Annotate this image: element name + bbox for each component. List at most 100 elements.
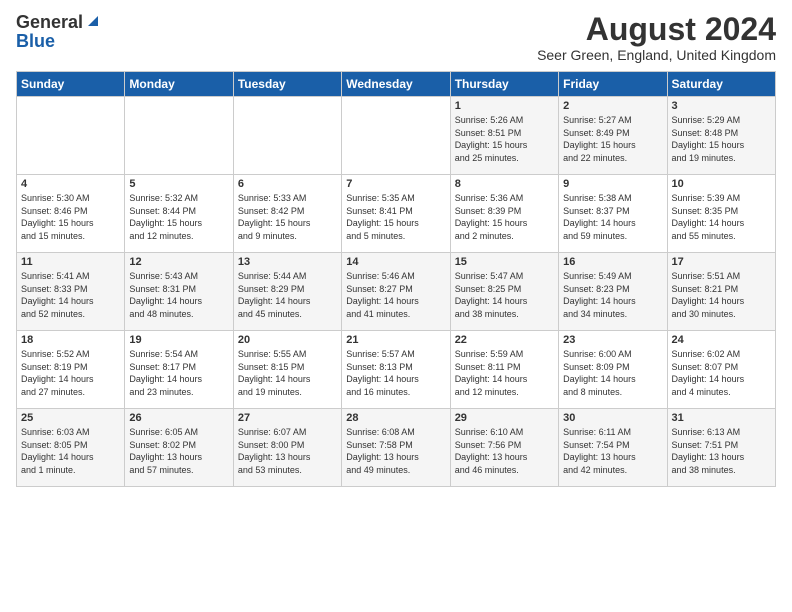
- table-row: 12Sunrise: 5:43 AM Sunset: 8:31 PM Dayli…: [125, 253, 233, 331]
- day-number: 10: [672, 178, 771, 190]
- table-row: 28Sunrise: 6:08 AM Sunset: 7:58 PM Dayli…: [342, 409, 450, 487]
- table-row: 15 Sunrise: 5:47 AM Sunset: 8:25 PM Dayli…: [450, 253, 558, 331]
- table-row: [342, 97, 450, 175]
- table-row: [125, 97, 233, 175]
- table-row: 9 Sunrise: 5:38 AM Sunset: 8:37 PM Daylig…: [559, 175, 667, 253]
- day-info: Sunrise: 5:47 AM Sunset: 8:25 PM Dayligh…: [455, 270, 554, 320]
- table-row: 8 Sunrise: 5:36 AM Sunset: 8:39 PM Daylig…: [450, 175, 558, 253]
- logo-blue-text: Blue: [16, 31, 55, 52]
- day-number: 19: [129, 334, 228, 346]
- table-row: 4 Sunrise: 5:30 AM Sunset: 8:46 PM Daylig…: [17, 175, 125, 253]
- page-header: General Blue August 2024 Seer Green, Eng…: [16, 12, 776, 63]
- header-friday: Friday: [559, 72, 667, 97]
- table-row: 31 Sunrise: 6:13 AM Sunset: 7:51 PM Dayli…: [667, 409, 775, 487]
- day-number: 30: [563, 412, 662, 424]
- table-row: 23 Sunrise: 6:00 AM Sunset: 8:09 PM Dayli…: [559, 331, 667, 409]
- table-row: 2 Sunrise: 5:27 AM Sunset: 8:49 PM Daylig…: [559, 97, 667, 175]
- table-row: 14Sunrise: 5:46 AM Sunset: 8:27 PM Dayli…: [342, 253, 450, 331]
- page-container: General Blue August 2024 Seer Green, Eng…: [0, 0, 792, 495]
- header-wednesday: Wednesday: [342, 72, 450, 97]
- table-row: 7 Sunrise: 5:35 AM Sunset: 8:41 PM Daylig…: [342, 175, 450, 253]
- table-row: 1 Sunrise: 5:26 AM Sunset: 8:51 PM Daylig…: [450, 97, 558, 175]
- day-number: 11: [21, 256, 120, 268]
- table-row: 22 Sunrise: 5:59 AM Sunset: 8:11 PM Dayli…: [450, 331, 558, 409]
- day-info: Sunrise: 6:00 AM Sunset: 8:09 PM Dayligh…: [563, 348, 662, 398]
- day-info: Sunrise: 5:59 AM Sunset: 8:11 PM Dayligh…: [455, 348, 554, 398]
- day-number: 2: [563, 100, 662, 112]
- table-row: 25Sunrise: 6:03 AM Sunset: 8:05 PM Dayli…: [17, 409, 125, 487]
- day-number: 9: [563, 178, 662, 190]
- day-info: Sunrise: 5:27 AM Sunset: 8:49 PM Dayligh…: [563, 114, 662, 164]
- day-number: 23: [563, 334, 662, 346]
- day-info: Sunrise: 6:05 AM Sunset: 8:02 PM Dayligh…: [129, 426, 228, 476]
- day-info: Sunrise: 5:32 AM Sunset: 8:44 PM Dayligh…: [129, 192, 228, 242]
- day-number: 6: [238, 178, 337, 190]
- table-row: 27 Sunrise: 6:07 AM Sunset: 8:00 PM Dayli…: [233, 409, 341, 487]
- table-row: 18Sunrise: 5:52 AM Sunset: 8:19 PM Dayli…: [17, 331, 125, 409]
- day-info: Sunrise: 5:38 AM Sunset: 8:37 PM Dayligh…: [563, 192, 662, 242]
- table-row: [17, 97, 125, 175]
- logo: General Blue: [16, 12, 100, 52]
- day-number: 1: [455, 100, 554, 112]
- day-info: Sunrise: 5:39 AM Sunset: 8:35 PM Dayligh…: [672, 192, 771, 242]
- day-number: 27: [238, 412, 337, 424]
- day-info: Sunrise: 5:29 AM Sunset: 8:48 PM Dayligh…: [672, 114, 771, 164]
- calendar-table: Sunday Monday Tuesday Wednesday Thursday…: [16, 71, 776, 487]
- day-info: Sunrise: 5:46 AM Sunset: 8:27 PM Dayligh…: [346, 270, 445, 320]
- table-row: 11 Sunrise: 5:41 AM Sunset: 8:33 PM Dayli…: [17, 253, 125, 331]
- table-row: 26 Sunrise: 6:05 AM Sunset: 8:02 PM Dayli…: [125, 409, 233, 487]
- day-number: 8: [455, 178, 554, 190]
- day-info: Sunrise: 5:49 AM Sunset: 8:23 PM Dayligh…: [563, 270, 662, 320]
- day-info: Sunrise: 6:07 AM Sunset: 8:00 PM Dayligh…: [238, 426, 337, 476]
- table-row: 6 Sunrise: 5:33 AM Sunset: 8:42 PM Daylig…: [233, 175, 341, 253]
- day-number: 12: [129, 256, 228, 268]
- day-number: 13: [238, 256, 337, 268]
- day-number: 5: [129, 178, 228, 190]
- day-number: 4: [21, 178, 120, 190]
- day-info: Sunrise: 5:35 AM Sunset: 8:41 PM Dayligh…: [346, 192, 445, 242]
- table-row: 19Sunrise: 5:54 AM Sunset: 8:17 PM Dayli…: [125, 331, 233, 409]
- header-monday: Monday: [125, 72, 233, 97]
- day-number: 3: [672, 100, 771, 112]
- day-number: 22: [455, 334, 554, 346]
- day-info: Sunrise: 5:57 AM Sunset: 8:13 PM Dayligh…: [346, 348, 445, 398]
- calendar-body: 1 Sunrise: 5:26 AM Sunset: 8:51 PM Daylig…: [17, 97, 776, 487]
- table-row: 5 Sunrise: 5:32 AM Sunset: 8:44 PM Daylig…: [125, 175, 233, 253]
- header-thursday: Thursday: [450, 72, 558, 97]
- header-saturday: Saturday: [667, 72, 775, 97]
- day-number: 26: [129, 412, 228, 424]
- day-info: Sunrise: 6:02 AM Sunset: 8:07 PM Dayligh…: [672, 348, 771, 398]
- header-tuesday: Tuesday: [233, 72, 341, 97]
- day-info: Sunrise: 5:36 AM Sunset: 8:39 PM Dayligh…: [455, 192, 554, 242]
- day-info: Sunrise: 5:26 AM Sunset: 8:51 PM Dayligh…: [455, 114, 554, 164]
- day-info: Sunrise: 6:08 AM Sunset: 7:58 PM Dayligh…: [346, 426, 445, 476]
- table-row: 21 Sunrise: 5:57 AM Sunset: 8:13 PM Dayli…: [342, 331, 450, 409]
- day-info: Sunrise: 5:41 AM Sunset: 8:33 PM Dayligh…: [21, 270, 120, 320]
- day-number: 24: [672, 334, 771, 346]
- table-row: 29Sunrise: 6:10 AM Sunset: 7:56 PM Dayli…: [450, 409, 558, 487]
- table-row: 17Sunrise: 5:51 AM Sunset: 8:21 PM Dayli…: [667, 253, 775, 331]
- table-row: 30Sunrise: 6:11 AM Sunset: 7:54 PM Dayli…: [559, 409, 667, 487]
- table-row: 10 Sunrise: 5:39 AM Sunset: 8:35 PM Dayli…: [667, 175, 775, 253]
- table-row: 16 Sunrise: 5:49 AM Sunset: 8:23 PM Dayli…: [559, 253, 667, 331]
- header-sunday: Sunday: [17, 72, 125, 97]
- day-number: 15: [455, 256, 554, 268]
- day-number: 7: [346, 178, 445, 190]
- logo-general-text: General: [16, 12, 83, 33]
- table-row: 24 Sunrise: 6:02 AM Sunset: 8:07 PM Dayli…: [667, 331, 775, 409]
- table-row: [233, 97, 341, 175]
- day-info: Sunrise: 5:44 AM Sunset: 8:29 PM Dayligh…: [238, 270, 337, 320]
- day-number: 31: [672, 412, 771, 424]
- day-info: Sunrise: 5:55 AM Sunset: 8:15 PM Dayligh…: [238, 348, 337, 398]
- day-number: 29: [455, 412, 554, 424]
- day-info: Sunrise: 5:52 AM Sunset: 8:19 PM Dayligh…: [21, 348, 120, 398]
- day-info: Sunrise: 5:33 AM Sunset: 8:42 PM Dayligh…: [238, 192, 337, 242]
- day-info: Sunrise: 5:30 AM Sunset: 8:46 PM Dayligh…: [21, 192, 120, 242]
- calendar-header: Sunday Monday Tuesday Wednesday Thursday…: [17, 72, 776, 97]
- day-number: 25: [21, 412, 120, 424]
- table-row: 13 Sunrise: 5:44 AM Sunset: 8:29 PM Dayli…: [233, 253, 341, 331]
- day-number: 21: [346, 334, 445, 346]
- day-info: Sunrise: 6:13 AM Sunset: 7:51 PM Dayligh…: [672, 426, 771, 476]
- day-number: 16: [563, 256, 662, 268]
- logo-triangle-icon: [86, 14, 100, 33]
